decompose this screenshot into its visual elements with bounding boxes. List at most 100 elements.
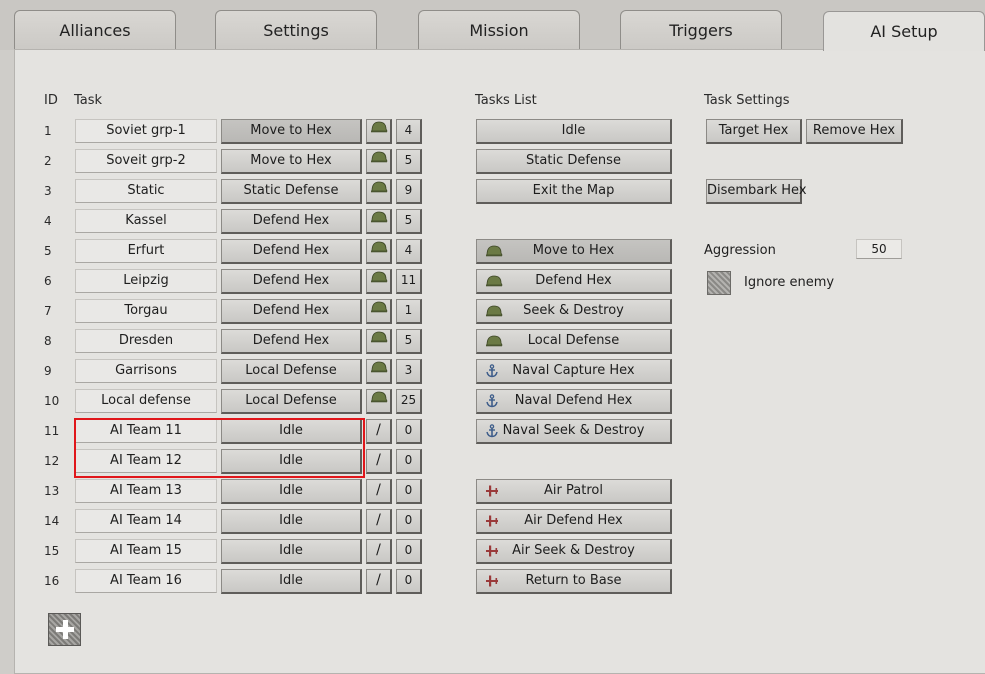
task-list-item[interactable]: Naval Capture Hex <box>476 359 672 384</box>
team-unit-count[interactable]: 9 <box>396 179 422 204</box>
task-list-item[interactable]: Exit the Map <box>476 179 672 204</box>
helmet-icon <box>370 120 388 141</box>
team-name-field[interactable]: Soveit grp-2 <box>75 149 217 173</box>
team-task-button[interactable]: Defend Hex <box>221 329 362 354</box>
team-type-button[interactable]: / <box>366 539 392 564</box>
team-task-button[interactable]: Idle <box>221 449 362 474</box>
task-list-item[interactable]: Idle <box>476 119 672 144</box>
team-type-button[interactable]: / <box>366 449 392 474</box>
task-list-item[interactable]: Air Patrol <box>476 479 672 504</box>
target-hex-button[interactable]: Target Hex <box>706 119 802 144</box>
team-name-field[interactable]: Leipzig <box>75 269 217 293</box>
team-unit-count[interactable]: 0 <box>396 449 422 474</box>
team-unit-count[interactable]: 4 <box>396 239 422 264</box>
task-list-item[interactable]: Air Seek & Destroy <box>476 539 672 564</box>
team-id: 6 <box>44 274 52 288</box>
team-type-button[interactable] <box>366 119 392 144</box>
team-name-field[interactable]: AI Team 14 <box>75 509 217 533</box>
tab-mission[interactable]: Mission <box>418 10 580 50</box>
team-unit-count[interactable]: 1 <box>396 299 422 324</box>
team-name-field[interactable]: AI Team 11 <box>75 419 217 443</box>
team-name-field[interactable]: Static <box>75 179 217 203</box>
task-list-item[interactable]: Naval Defend Hex <box>476 389 672 414</box>
team-name-field[interactable]: AI Team 12 <box>75 449 217 473</box>
task-settings-header: Task Settings <box>704 93 790 108</box>
team-name-field[interactable]: Erfurt <box>75 239 217 263</box>
team-type-button[interactable] <box>366 329 392 354</box>
team-name-field[interactable]: AI Team 16 <box>75 569 217 593</box>
team-type-button[interactable]: / <box>366 419 392 444</box>
team-name-field[interactable]: Garrisons <box>75 359 217 383</box>
team-unit-count[interactable]: 0 <box>396 419 422 444</box>
team-type-button[interactable] <box>366 149 392 174</box>
team-id: 16 <box>44 574 60 588</box>
team-unit-count[interactable]: 5 <box>396 209 422 234</box>
team-task-button[interactable]: Defend Hex <box>221 209 362 234</box>
task-list-item-label: Air Defend Hex <box>524 513 623 528</box>
add-team-button[interactable] <box>48 613 81 646</box>
team-name-field[interactable]: AI Team 15 <box>75 539 217 563</box>
task-list-item[interactable]: Defend Hex <box>476 269 672 294</box>
team-name-field[interactable]: Soviet grp-1 <box>75 119 217 143</box>
team-type-button[interactable] <box>366 269 392 294</box>
team-type-button[interactable] <box>366 239 392 264</box>
team-unit-count[interactable]: 3 <box>396 359 422 384</box>
slash-icon: / <box>376 422 381 438</box>
tab-triggers[interactable]: Triggers <box>620 10 782 50</box>
task-list-item[interactable]: Seek & Destroy <box>476 299 672 324</box>
team-task-button[interactable]: Idle <box>221 509 362 534</box>
team-name-field[interactable]: Kassel <box>75 209 217 233</box>
team-unit-count[interactable]: 25 <box>396 389 422 414</box>
team-type-button[interactable]: / <box>366 479 392 504</box>
team-name-field[interactable]: Dresden <box>75 329 217 353</box>
disembark-hex-button[interactable]: Disembark Hex <box>706 179 807 204</box>
task-list-item-label: Local Defense <box>527 333 620 348</box>
team-task-button[interactable]: Defend Hex <box>221 239 362 264</box>
team-task-button[interactable]: Local Defense <box>221 359 362 384</box>
team-type-button[interactable] <box>366 179 392 204</box>
team-type-button[interactable] <box>366 299 392 324</box>
task-list-item[interactable]: Air Defend Hex <box>476 509 672 534</box>
team-task-button[interactable]: Defend Hex <box>221 299 362 324</box>
team-type-button[interactable] <box>366 359 392 384</box>
team-unit-count[interactable]: 0 <box>396 569 422 594</box>
team-unit-count[interactable]: 4 <box>396 119 422 144</box>
team-unit-count[interactable]: 5 <box>396 329 422 354</box>
team-unit-count[interactable]: 11 <box>396 269 422 294</box>
remove-hex-button[interactable]: Remove Hex <box>806 119 903 144</box>
team-name-field[interactable]: AI Team 13 <box>75 479 217 503</box>
team-task-button[interactable]: Idle <box>221 539 362 564</box>
team-type-button[interactable]: / <box>366 569 392 594</box>
task-list-item[interactable]: Static Defense <box>476 149 672 174</box>
helmet-icon <box>370 300 388 321</box>
tab-ai-setup[interactable]: AI Setup <box>823 11 985 51</box>
tab-alliances[interactable]: Alliances <box>14 10 176 50</box>
team-unit-count[interactable]: 0 <box>396 479 422 504</box>
team-unit-count[interactable]: 0 <box>396 509 422 534</box>
tasks-list-header: Tasks List <box>475 93 537 108</box>
task-list-item[interactable]: Naval Seek & Destroy <box>476 419 672 444</box>
tab-settings[interactable]: Settings <box>215 10 377 50</box>
team-task-button[interactable]: Move to Hex <box>221 119 362 144</box>
team-type-button[interactable] <box>366 389 392 414</box>
team-name-field[interactable]: Local defense <box>75 389 217 413</box>
team-task-button[interactable]: Defend Hex <box>221 269 362 294</box>
team-type-button[interactable]: / <box>366 509 392 534</box>
team-name-field[interactable]: Torgau <box>75 299 217 323</box>
task-list-item[interactable]: Move to Hex <box>476 239 672 264</box>
team-task-button[interactable]: Idle <box>221 569 362 594</box>
ignore-enemy-checkbox[interactable] <box>707 271 731 295</box>
team-task-button[interactable]: Idle <box>221 419 362 444</box>
team-type-button[interactable] <box>366 209 392 234</box>
team-unit-count[interactable]: 0 <box>396 539 422 564</box>
task-list-item-label: Naval Defend Hex <box>514 393 633 408</box>
team-task-button[interactable]: Move to Hex <box>221 149 362 174</box>
aggression-input[interactable]: 50 <box>856 239 902 259</box>
team-task-button[interactable]: Local Defense <box>221 389 362 414</box>
id-column-header: ID <box>44 93 58 108</box>
team-unit-count[interactable]: 5 <box>396 149 422 174</box>
team-task-button[interactable]: Static Defense <box>221 179 362 204</box>
task-list-item[interactable]: Local Defense <box>476 329 672 354</box>
task-list-item[interactable]: Return to Base <box>476 569 672 594</box>
team-task-button[interactable]: Idle <box>221 479 362 504</box>
